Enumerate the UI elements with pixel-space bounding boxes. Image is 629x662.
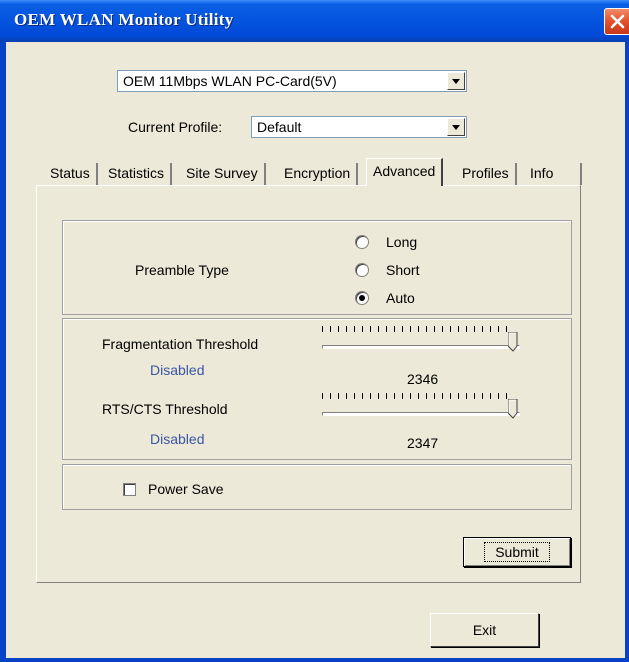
rts-threshold-label: RTS/CTS Threshold [102,401,228,417]
fragmentation-status: Disabled [150,362,205,378]
fragmentation-threshold-label: Fragmentation Threshold [102,336,259,352]
tab-profiles[interactable]: Profiles [456,163,517,185]
exit-button-label: Exit [472,622,497,638]
slider-track [322,412,520,416]
chevron-down-icon[interactable] [447,118,465,136]
preamble-auto-label[interactable]: Auto [386,290,415,306]
power-save-label[interactable]: Power Save [148,481,223,497]
slider-ticks [322,326,514,332]
preamble-auto-radio[interactable] [355,291,369,305]
adapter-select[interactable]: OEM 11Mbps WLAN PC-Card(5V) [117,70,467,92]
power-save-group [62,464,572,510]
slider-ticks [322,393,514,399]
window-title: OEM WLAN Monitor Utility [14,10,234,29]
close-button[interactable] [604,8,629,35]
title-bar[interactable]: OEM WLAN Monitor Utility [0,0,629,42]
tab-advanced[interactable]: Advanced [366,158,444,186]
preamble-type-label: Preamble Type [135,262,229,278]
submit-button[interactable]: Submit [463,537,571,567]
tab-statistics[interactable]: Statistics [102,163,173,185]
preamble-short-label[interactable]: Short [386,262,419,278]
fragmentation-slider[interactable] [322,326,522,356]
profile-select-value: Default [257,119,302,135]
close-icon [610,14,625,29]
exit-button[interactable]: Exit [430,613,539,647]
rts-status: Disabled [150,431,205,447]
power-save-checkbox[interactable] [123,483,136,496]
submit-button-label: Submit [484,542,550,562]
preamble-long-label[interactable]: Long [386,234,417,250]
profile-select[interactable]: Default [251,116,467,138]
tab-encryption[interactable]: Encryption [278,163,359,185]
slider-thumb[interactable] [508,399,518,419]
current-profile-label: Current Profile: [128,119,223,135]
rts-value: 2347 [407,435,439,451]
tab-info[interactable]: Info [524,163,582,185]
rts-slider[interactable] [322,393,522,423]
adapter-select-value: OEM 11Mbps WLAN PC-Card(5V) [123,73,337,89]
chevron-down-icon[interactable] [447,72,465,90]
slider-track [322,345,520,349]
fragmentation-value: 2346 [407,371,439,387]
preamble-short-radio[interactable] [355,263,369,277]
tab-site-survey[interactable]: Site Survey [180,163,266,185]
tab-status[interactable]: Status [44,163,98,185]
preamble-long-radio[interactable] [355,235,369,249]
slider-thumb[interactable] [508,332,518,352]
